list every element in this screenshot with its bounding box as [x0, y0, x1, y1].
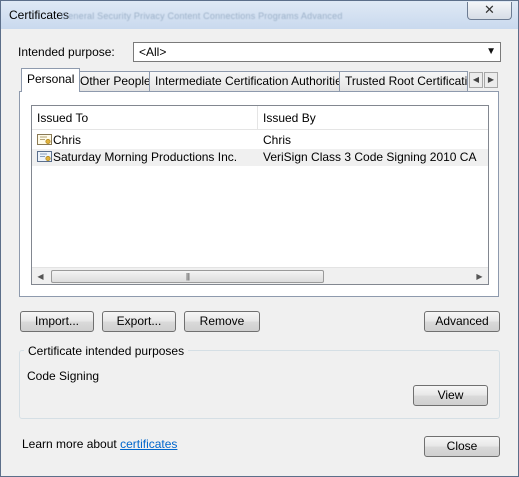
intended-purpose-value: <All>	[139, 45, 167, 59]
learn-more-label: Learn more about	[22, 437, 121, 451]
tab-scroll-left-button[interactable]: ◀	[469, 72, 483, 88]
close-button[interactable]: Close	[424, 436, 500, 457]
table-row[interactable]: Saturday Morning Productions Inc. VeriSi…	[32, 149, 488, 166]
horizontal-scrollbar[interactable]: ◀ ||| ▶	[32, 267, 488, 284]
column-header-issued-by[interactable]: Issued By	[258, 106, 488, 130]
close-window-button[interactable]: ✕	[467, 2, 512, 20]
remove-button[interactable]: Remove	[184, 311, 260, 332]
view-button[interactable]: View	[413, 385, 488, 406]
issued-to-cell: Saturday Morning Productions Inc.	[53, 150, 238, 164]
intended-purpose-select[interactable]: <All> ▼	[133, 42, 501, 62]
intended-purposes-value: Code Signing	[27, 369, 100, 383]
close-icon: ✕	[484, 2, 495, 17]
certificates-link[interactable]: certificates	[120, 437, 177, 451]
certificate-icon	[37, 134, 52, 145]
scrollbar-thumb[interactable]: |||	[51, 270, 324, 283]
intended-purposes-title: Certificate intended purposes	[24, 344, 189, 358]
tab-scroll-right-button[interactable]: ▶	[484, 72, 498, 88]
scroll-right-arrow-icon[interactable]: ▶	[471, 268, 488, 284]
chevron-down-icon: ▼	[486, 46, 496, 57]
intended-purpose-label: Intended purpose:	[18, 45, 115, 59]
learn-more-text: Learn more about certificates	[22, 437, 177, 451]
tab-intermediate-certification-authorities[interactable]: Intermediate Certification Authorities	[149, 71, 354, 91]
tab-trusted-root-certification[interactable]: Trusted Root Certification	[339, 71, 468, 91]
certificate-list[interactable]: Issued To Issued By Chris Chris Saturday…	[31, 105, 489, 285]
scroll-left-arrow-icon[interactable]: ◀	[32, 268, 49, 284]
column-header-issued-to[interactable]: Issued To	[32, 106, 258, 130]
background-window-tabs: General Security Privacy Content Connect…	[61, 11, 343, 21]
issued-by-cell: Chris	[263, 133, 292, 147]
issued-to-cell: Chris	[53, 133, 82, 147]
export-button[interactable]: Export...	[102, 311, 176, 332]
import-button[interactable]: Import...	[20, 311, 94, 332]
issued-by-cell: VeriSign Class 3 Code Signing 2010 CA	[263, 150, 477, 164]
tab-personal[interactable]: Personal	[21, 68, 81, 92]
advanced-button[interactable]: Advanced	[424, 311, 500, 332]
certificate-icon	[37, 151, 52, 162]
title-bar[interactable]: Certificates General Security Privacy Co…	[1, 1, 518, 29]
tab-other-people[interactable]: Other People	[74, 71, 157, 91]
table-row[interactable]: Chris Chris	[32, 132, 488, 149]
